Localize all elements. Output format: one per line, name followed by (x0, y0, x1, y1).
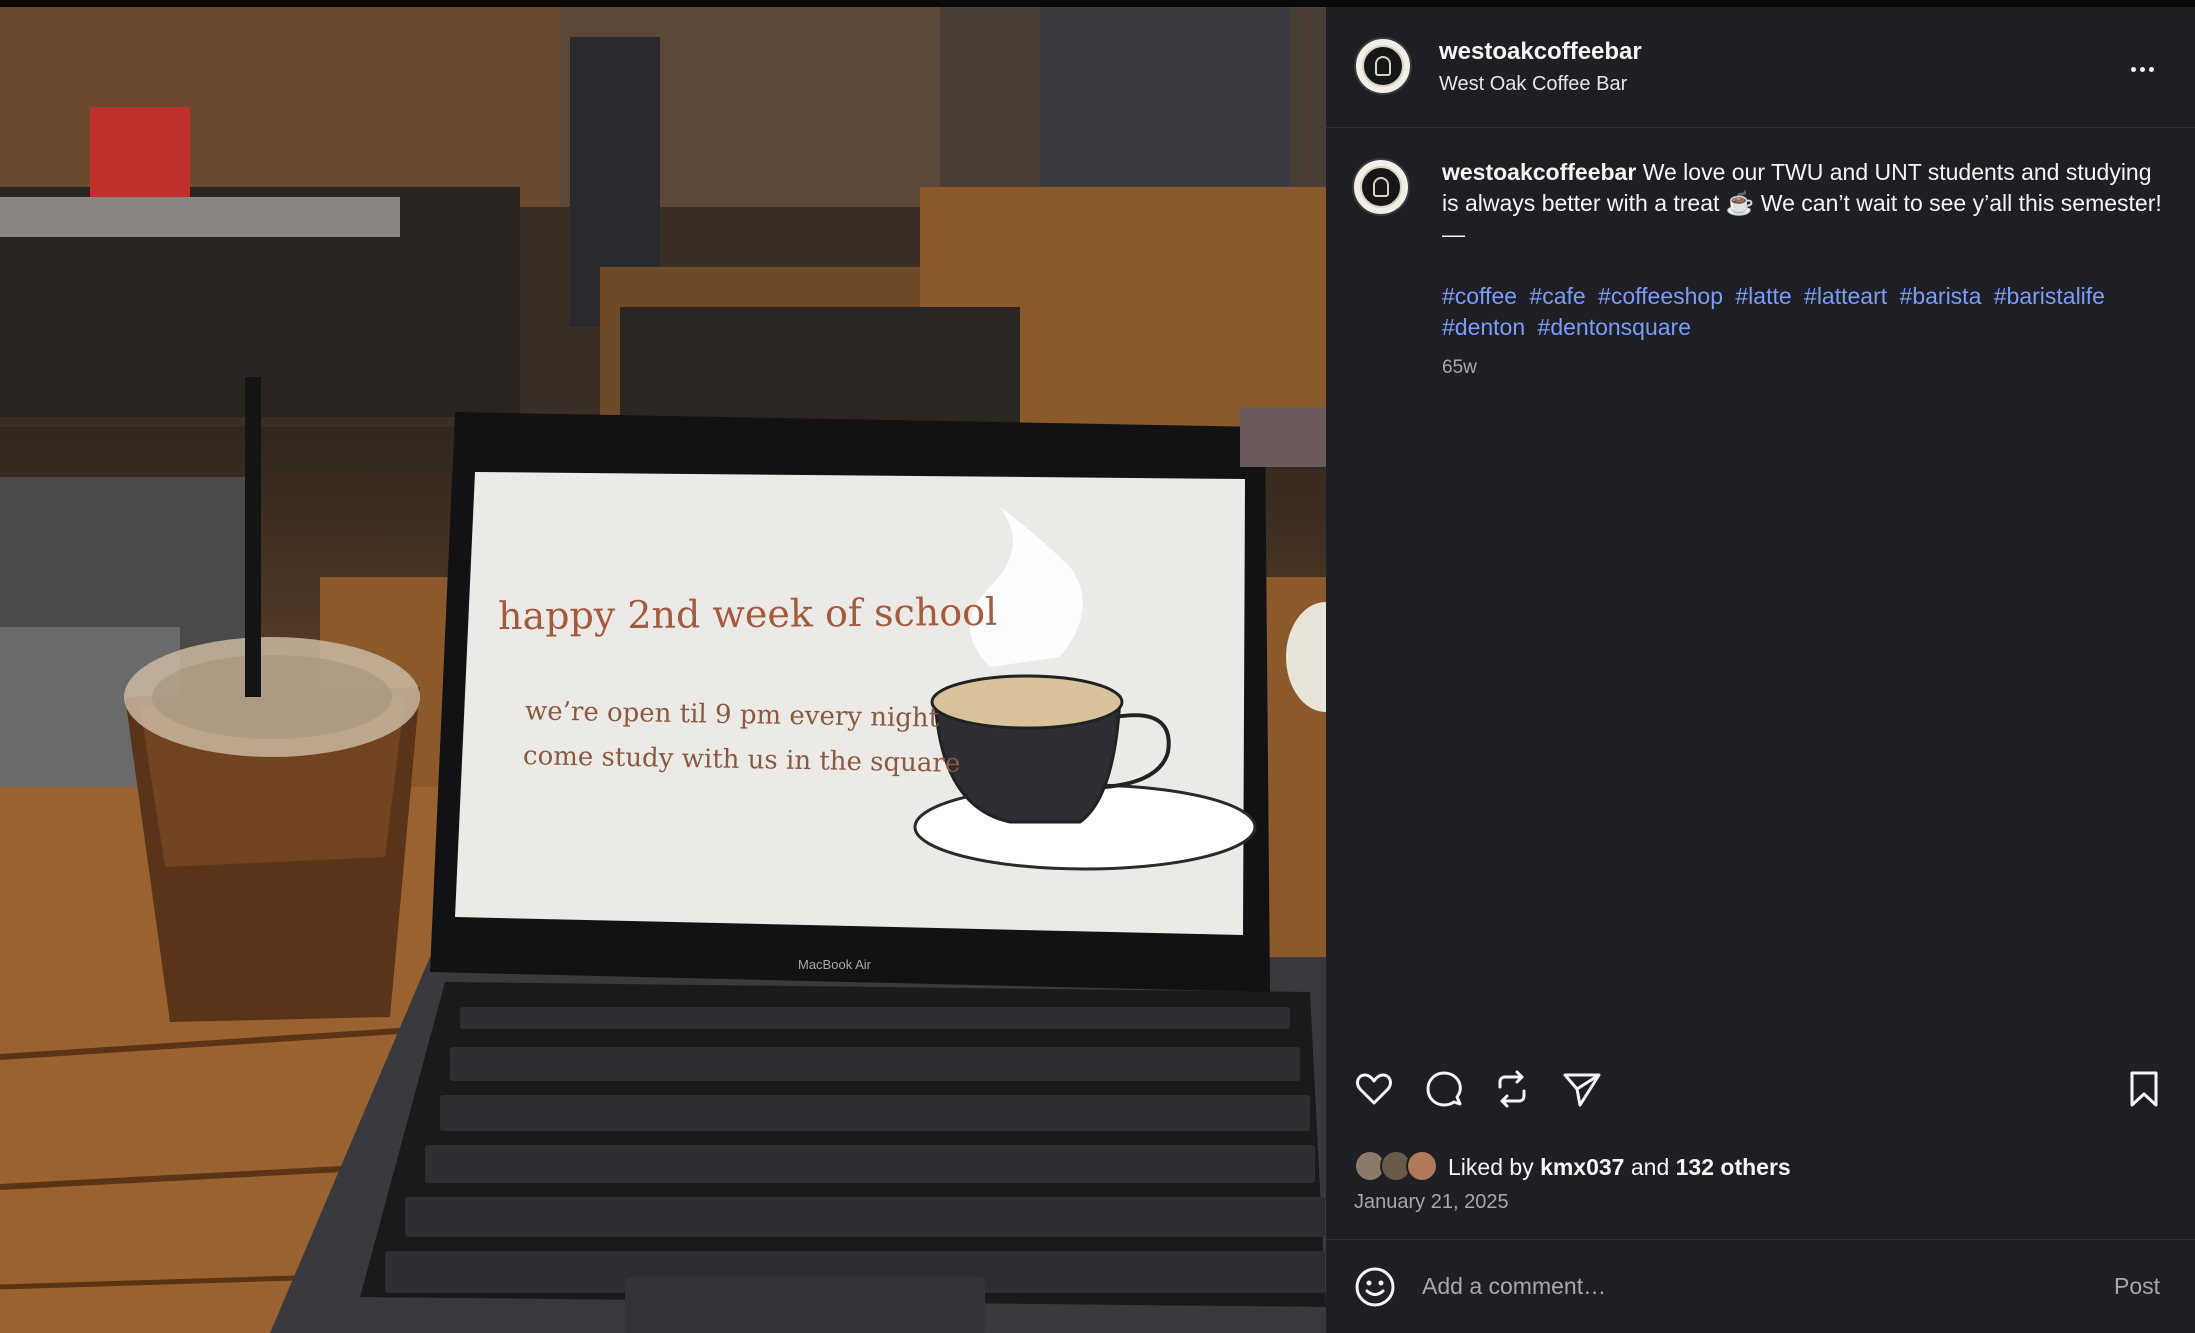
caption-time-ago[interactable]: 65w (1442, 357, 1477, 379)
profile-avatar[interactable] (1354, 37, 1412, 95)
likes-others-count[interactable]: 132 others (1676, 1154, 1791, 1180)
hashtag-link[interactable]: #coffeeshop (1598, 283, 1723, 309)
comment-icon[interactable] (1422, 1067, 1466, 1111)
heart-icon[interactable] (1352, 1067, 1396, 1111)
likes-summary: Liked by kmx037 and 132 others (1354, 1149, 1791, 1185)
post-caption: westoakcoffeebar We love our TWU and UNT… (1442, 157, 2162, 250)
bookmark-icon[interactable] (2122, 1067, 2166, 1111)
avatar (1406, 1150, 1438, 1182)
caption-avatar[interactable] (1352, 158, 1410, 216)
hashtag-link[interactable]: #latte (1735, 283, 1791, 309)
header-username[interactable]: westoakcoffeebar (1439, 38, 1642, 66)
header-display-name[interactable]: West Oak Coffee Bar (1439, 73, 1627, 96)
post-image[interactable]: happy 2nd week of school we’re open til … (0, 7, 1326, 1333)
caption-separator: — (1442, 221, 1465, 247)
caption-hashtags: #coffee #cafe #coffeeshop #latte #lattea… (1442, 281, 2162, 343)
hashtag-link[interactable]: #dentonsquare (1538, 314, 1691, 340)
post-viewer: happy 2nd week of school we’re open til … (0, 0, 2195, 1333)
repost-icon[interactable] (1490, 1067, 1534, 1111)
laptop-brand-label: MacBook Air (798, 957, 871, 972)
post-comment-button[interactable]: Post (2114, 1273, 2160, 1300)
ellipsis-icon[interactable] (2124, 59, 2160, 79)
post-date: January 21, 2025 (1354, 1191, 1509, 1213)
send-icon[interactable] (1560, 1067, 1604, 1111)
hashtag-link[interactable]: #latteart (1804, 283, 1887, 309)
post-actions-bar (1326, 1067, 2195, 1127)
hashtag-link[interactable]: #baristalife (1994, 283, 2105, 309)
top-border (0, 0, 2195, 7)
likes-prefix: Liked by (1448, 1153, 1534, 1180)
photo-illustration (0, 7, 1326, 1333)
hashtag-link[interactable]: #denton (1442, 314, 1525, 340)
hashtag-link[interactable]: #barista (1900, 283, 1982, 309)
hashtag-link[interactable]: #coffee (1442, 283, 1517, 309)
caption-username[interactable]: westoakcoffeebar (1442, 159, 1636, 185)
comment-bar: Post (1326, 1239, 2195, 1333)
hashtag-link[interactable]: #cafe (1529, 283, 1585, 309)
screen-title-text: happy 2nd week of school (497, 589, 998, 639)
smiley-icon[interactable] (1354, 1266, 1396, 1308)
likes-connector: and (1630, 1153, 1670, 1180)
post-header: westoakcoffeebar West Oak Coffee Bar (1326, 7, 2195, 128)
liker-username[interactable]: kmx037 (1540, 1154, 1624, 1180)
comment-input[interactable] (1422, 1262, 2042, 1310)
liker-avatars[interactable] (1354, 1150, 1444, 1184)
likes-text[interactable]: Liked by kmx037 and 132 others (1448, 1154, 1791, 1181)
post-side-panel: westoakcoffeebar West Oak Coffee Bar wes… (1326, 7, 2195, 1333)
